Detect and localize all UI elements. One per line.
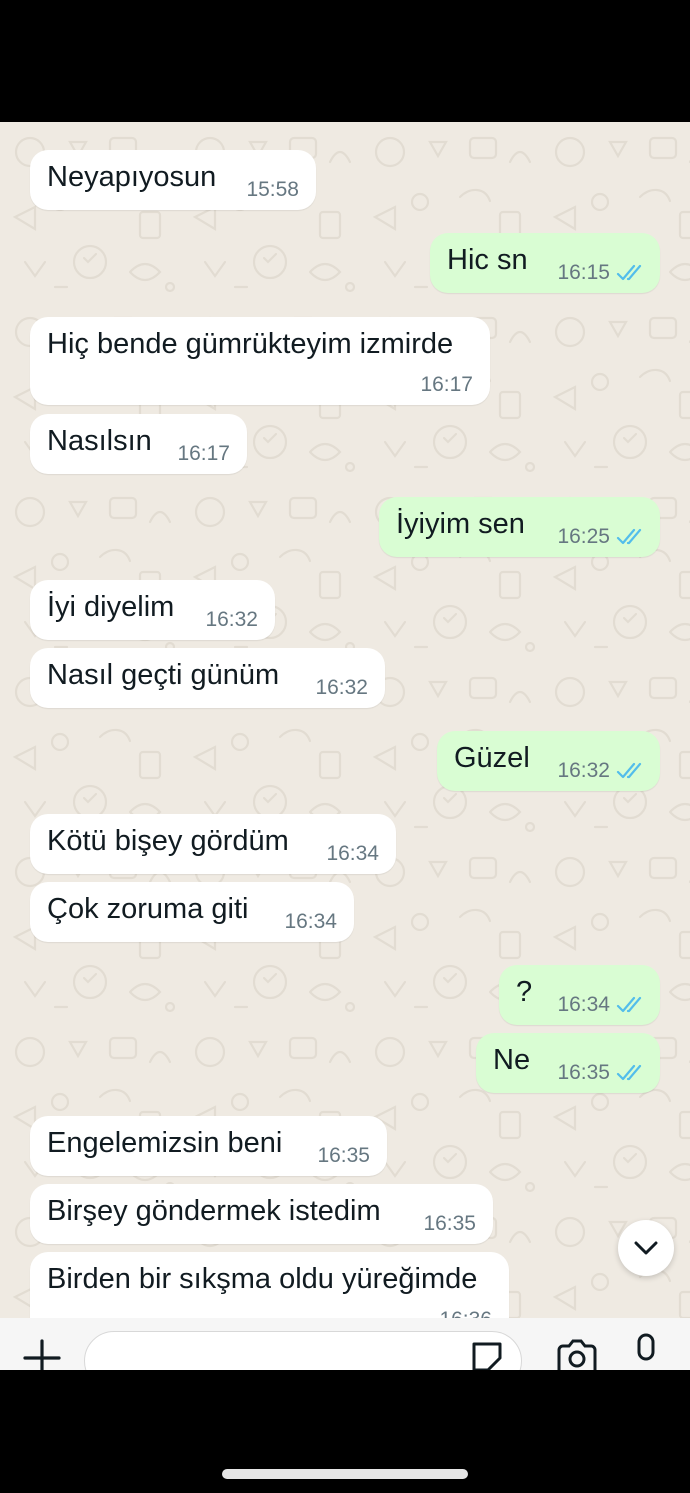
message-text: Nasıl geçti günüm — [47, 659, 280, 691]
message-time: 16:35 — [317, 1144, 370, 1167]
message-bubble-outgoing[interactable]: Hic sn 16:15 — [430, 233, 660, 293]
double-check-icon — [616, 762, 642, 779]
message-time: 16:25 — [557, 525, 610, 548]
message-bubble-incoming[interactable]: Nasılsın 16:17 — [30, 414, 247, 474]
message-time: 16:34 — [326, 842, 379, 865]
double-check-icon — [616, 996, 642, 1013]
message-time: 16:35 — [557, 1061, 610, 1084]
message-time: 16:15 — [557, 261, 610, 284]
message-bubble-incoming[interactable]: Birden bir sıkşma oldu yüreğimde 16:36 — [30, 1252, 509, 1318]
double-check-icon — [616, 528, 642, 545]
plus-icon[interactable] — [22, 1338, 62, 1370]
message-time: 15:58 — [246, 178, 299, 201]
message-bubble-incoming[interactable]: İyi diyelim 16:32 — [30, 580, 275, 640]
home-indicator[interactable] — [222, 1469, 468, 1479]
scroll-to-bottom-button[interactable] — [618, 1220, 674, 1276]
message-time: 16:17 — [177, 442, 230, 465]
message-time: 16:32 — [315, 676, 368, 699]
message-text: Nasılsın — [47, 425, 152, 457]
message-text: Çok zoruma giti — [47, 893, 249, 925]
message-text: Hiç bende gümrükteyim izmirde — [47, 328, 454, 360]
message-bubble-outgoing[interactable]: ? 16:34 — [499, 965, 660, 1025]
message-text: Engelemizsin beni — [47, 1127, 283, 1159]
message-time: 16:36 — [439, 1308, 492, 1318]
message-text: Hic sn — [447, 244, 528, 276]
message-bubble-outgoing[interactable]: İyiyim sen 16:25 — [379, 497, 660, 557]
message-composer — [0, 1318, 690, 1370]
message-text: Birden bir sıkşma oldu yüreğimde — [47, 1263, 478, 1295]
camera-icon[interactable] — [555, 1336, 599, 1370]
double-check-icon — [616, 264, 642, 281]
chevron-down-icon — [634, 1241, 658, 1255]
double-check-icon — [616, 1064, 642, 1081]
message-bubble-incoming[interactable]: Hiç bende gümrükteyim izmirde 16:17 — [30, 317, 490, 405]
message-text: İyi diyelim — [47, 591, 175, 623]
message-text: Ne — [493, 1044, 531, 1076]
chat-view[interactable]: Neyapıyosun 15:58 Hic sn 16:15 Hiç bende… — [0, 122, 690, 1318]
message-time: 16:32 — [557, 759, 610, 782]
message-bubble-outgoing[interactable]: Güzel 16:32 — [437, 731, 660, 791]
message-text: İyiyim sen — [396, 508, 525, 540]
status-bar-area — [0, 0, 690, 122]
message-bubble-outgoing[interactable]: Ne 16:35 — [476, 1033, 660, 1093]
message-text: Güzel — [454, 742, 530, 774]
message-bubble-incoming[interactable]: Nasıl geçti günüm 16:32 — [30, 648, 385, 708]
sticker-icon[interactable] — [468, 1338, 506, 1370]
message-text: Birşey göndermek istedim — [47, 1195, 381, 1227]
message-bubble-incoming[interactable]: Engelemizsin beni 16:35 — [30, 1116, 387, 1176]
message-bubble-incoming[interactable]: Kötü bişey gördüm 16:34 — [30, 814, 396, 874]
message-bubble-incoming[interactable]: Çok zoruma giti 16:34 — [30, 882, 354, 942]
message-bubble-incoming[interactable]: Birşey göndermek istedim 16:35 — [30, 1184, 493, 1244]
message-time: 16:32 — [205, 608, 258, 631]
message-time: 16:17 — [420, 373, 473, 396]
message-time: 16:34 — [557, 993, 610, 1016]
message-time: 16:35 — [423, 1212, 476, 1235]
message-text: ? — [516, 976, 533, 1008]
message-bubble-incoming[interactable]: Neyapıyosun 15:58 — [30, 150, 316, 210]
message-input[interactable] — [84, 1331, 522, 1370]
message-text: Neyapıyosun — [47, 161, 217, 193]
message-time: 16:34 — [284, 910, 337, 933]
message-text: Kötü bişey gördüm — [47, 825, 289, 857]
microphone-icon[interactable] — [630, 1332, 662, 1370]
